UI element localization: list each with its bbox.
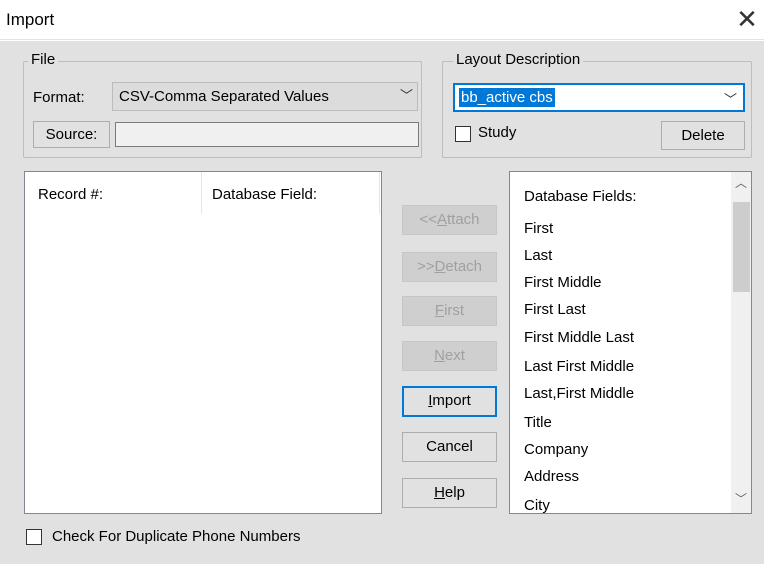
detach-rest: etach (445, 258, 483, 275)
cancel-button[interactable]: Cancel (402, 432, 497, 462)
first-accel: F (434, 302, 445, 319)
record-number-header[interactable]: Record #: (38, 186, 103, 203)
attach-button[interactable]: <<Attach (402, 205, 497, 235)
first-button[interactable]: First (402, 296, 497, 326)
help-rest: elp (444, 484, 465, 501)
help-accel: H (434, 484, 445, 501)
layout-description-select[interactable]: bb_active cbs ﹀ (453, 83, 745, 112)
duplicate-phone-label: Check For Duplicate Phone Numbers (52, 528, 301, 545)
database-fields-list[interactable]: Database Fields: First Last First Middle… (509, 171, 752, 514)
source-field[interactable] (115, 122, 419, 147)
column-separator (379, 172, 380, 214)
import-rest: mport (432, 392, 471, 409)
next-rest: ext (444, 347, 465, 364)
list-item[interactable]: Company (524, 441, 588, 458)
list-item[interactable]: First Middle (524, 274, 602, 291)
chevron-down-icon: ﹀ (399, 88, 413, 103)
list-item[interactable]: First Last (524, 301, 586, 318)
delete-button[interactable]: Delete (661, 121, 745, 150)
study-checkbox[interactable] (455, 126, 471, 142)
title-bar: Import ✕ (0, 0, 764, 40)
help-button[interactable]: Help (402, 478, 497, 508)
layout-selected-value: bb_active cbs (459, 88, 555, 107)
column-separator (201, 172, 202, 214)
detach-prefix: >> (416, 258, 435, 275)
format-label: Format: (33, 89, 85, 106)
list-item[interactable]: Address (524, 468, 579, 485)
chevron-down-icon: ﹀ (723, 92, 737, 107)
next-accel: N (434, 347, 445, 364)
attach-accel: A (436, 211, 447, 228)
list-item[interactable]: Last (524, 247, 552, 264)
list-item[interactable]: First Middle Last (524, 329, 634, 346)
vertical-scrollbar[interactable]: ︿ ﹀ (731, 172, 751, 513)
scroll-down-icon[interactable]: ﹀ (731, 490, 751, 508)
list-item[interactable]: Title (524, 414, 552, 431)
list-item[interactable]: First (524, 220, 553, 237)
list-item[interactable]: Last First Middle (524, 358, 634, 375)
window-title: Import (6, 10, 55, 29)
database-field-header[interactable]: Database Field: (212, 186, 317, 203)
list-item[interactable]: City (524, 497, 550, 513)
first-rest: irst (444, 302, 465, 319)
list-item[interactable]: Last,First Middle (524, 385, 634, 402)
import-button[interactable]: Import (402, 386, 497, 417)
detach-accel: D (434, 258, 446, 275)
study-label: Study (478, 124, 517, 141)
field-mapping-list[interactable] (24, 171, 382, 514)
format-value: CSV-Comma Separated Values (119, 88, 329, 105)
source-button[interactable]: Source: (33, 121, 110, 148)
attach-rest: ttach (447, 211, 480, 228)
duplicate-phone-checkbox[interactable] (26, 529, 42, 545)
attach-prefix: << (419, 211, 437, 228)
detach-button[interactable]: >>Detach (402, 252, 497, 282)
format-select[interactable]: CSV-Comma Separated Values ﹀ (112, 82, 418, 111)
next-button[interactable]: Next (402, 341, 497, 371)
close-icon[interactable]: ✕ (731, 4, 763, 36)
database-fields-header: Database Fields: (524, 188, 637, 205)
scroll-thumb[interactable] (733, 202, 750, 292)
file-group-legend: File (28, 51, 59, 68)
scroll-up-icon[interactable]: ︿ (731, 174, 751, 192)
layout-group-legend: Layout Description (453, 51, 584, 68)
